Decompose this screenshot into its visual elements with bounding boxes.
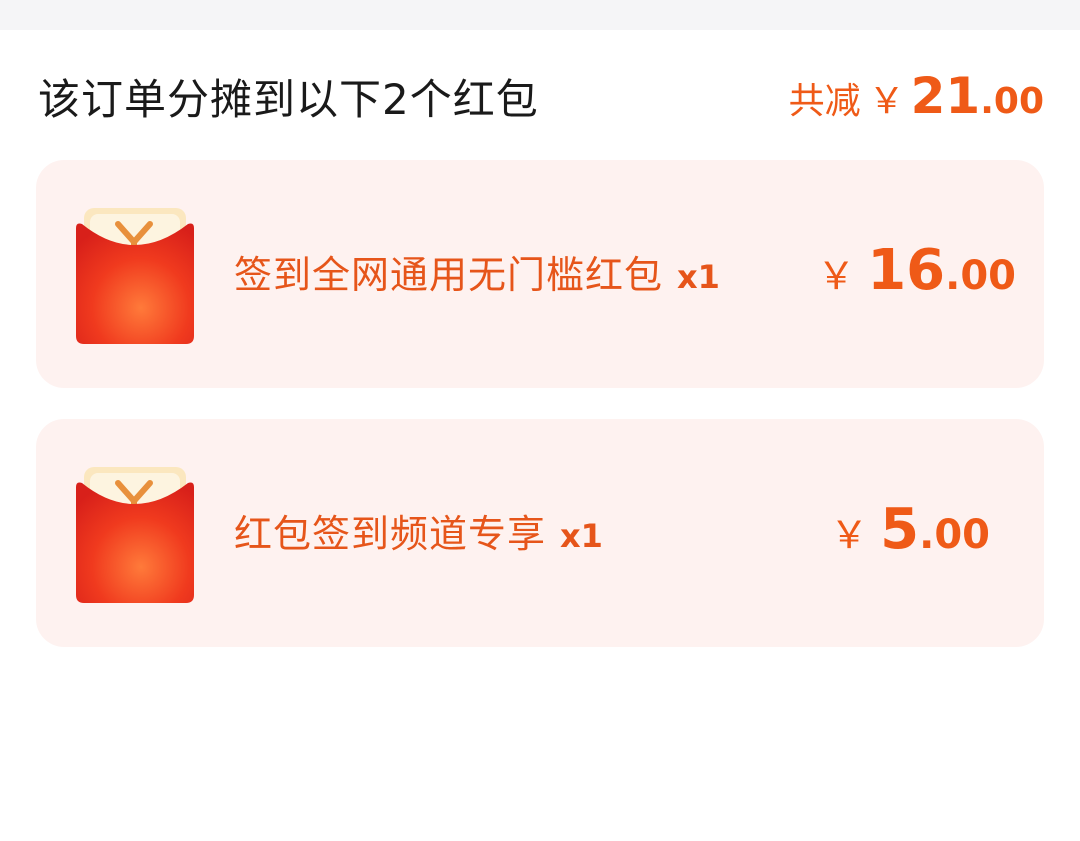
coupon-amount-decimal: .00 [945,253,1016,299]
total-amount-integer: 21 [910,67,981,125]
top-strip [0,0,1080,30]
total-discount: 共减 ￥ 21 .00 [789,67,1044,125]
coupon-amount-decimal: .00 [919,512,990,558]
header: 该订单分摊到以下2个红包 共减 ￥ 21 .00 [38,64,1044,128]
coupon-amount-integer: 5 [880,497,920,562]
red-envelope-icon [76,208,194,344]
coupon-amount: ￥ 5 .00 [830,497,990,562]
coupon-card: 签到全网通用无门槛红包 x1 ￥ 16 .00 [36,160,1044,388]
total-amount-decimal: .00 [980,81,1044,122]
coupon-name-text: 签到全网通用无门槛红包 [234,253,664,297]
coupon-quantity: x1 [560,517,603,555]
coupon-name: 签到全网通用无门槛红包 x1 [234,244,720,299]
page-title: 该订单分摊到以下2个红包 [38,74,539,124]
coupon-card: 红包签到频道专享 x1 ￥ 5 .00 [36,419,1044,647]
coupon-amount-integer: 16 [867,238,946,303]
coupon-quantity: x1 [677,258,720,296]
total-discount-label: 共减 [788,81,861,122]
coupon-name-text: 红包签到频道专享 [234,512,547,556]
currency-symbol: ￥ [868,81,905,122]
currency-symbol: ￥ [817,254,856,298]
coupon-name: 红包签到频道专享 x1 [234,503,603,558]
coupon-amount: ￥ 16 .00 [817,238,1016,303]
red-envelope-icon [76,467,194,603]
currency-symbol: ￥ [830,513,869,557]
